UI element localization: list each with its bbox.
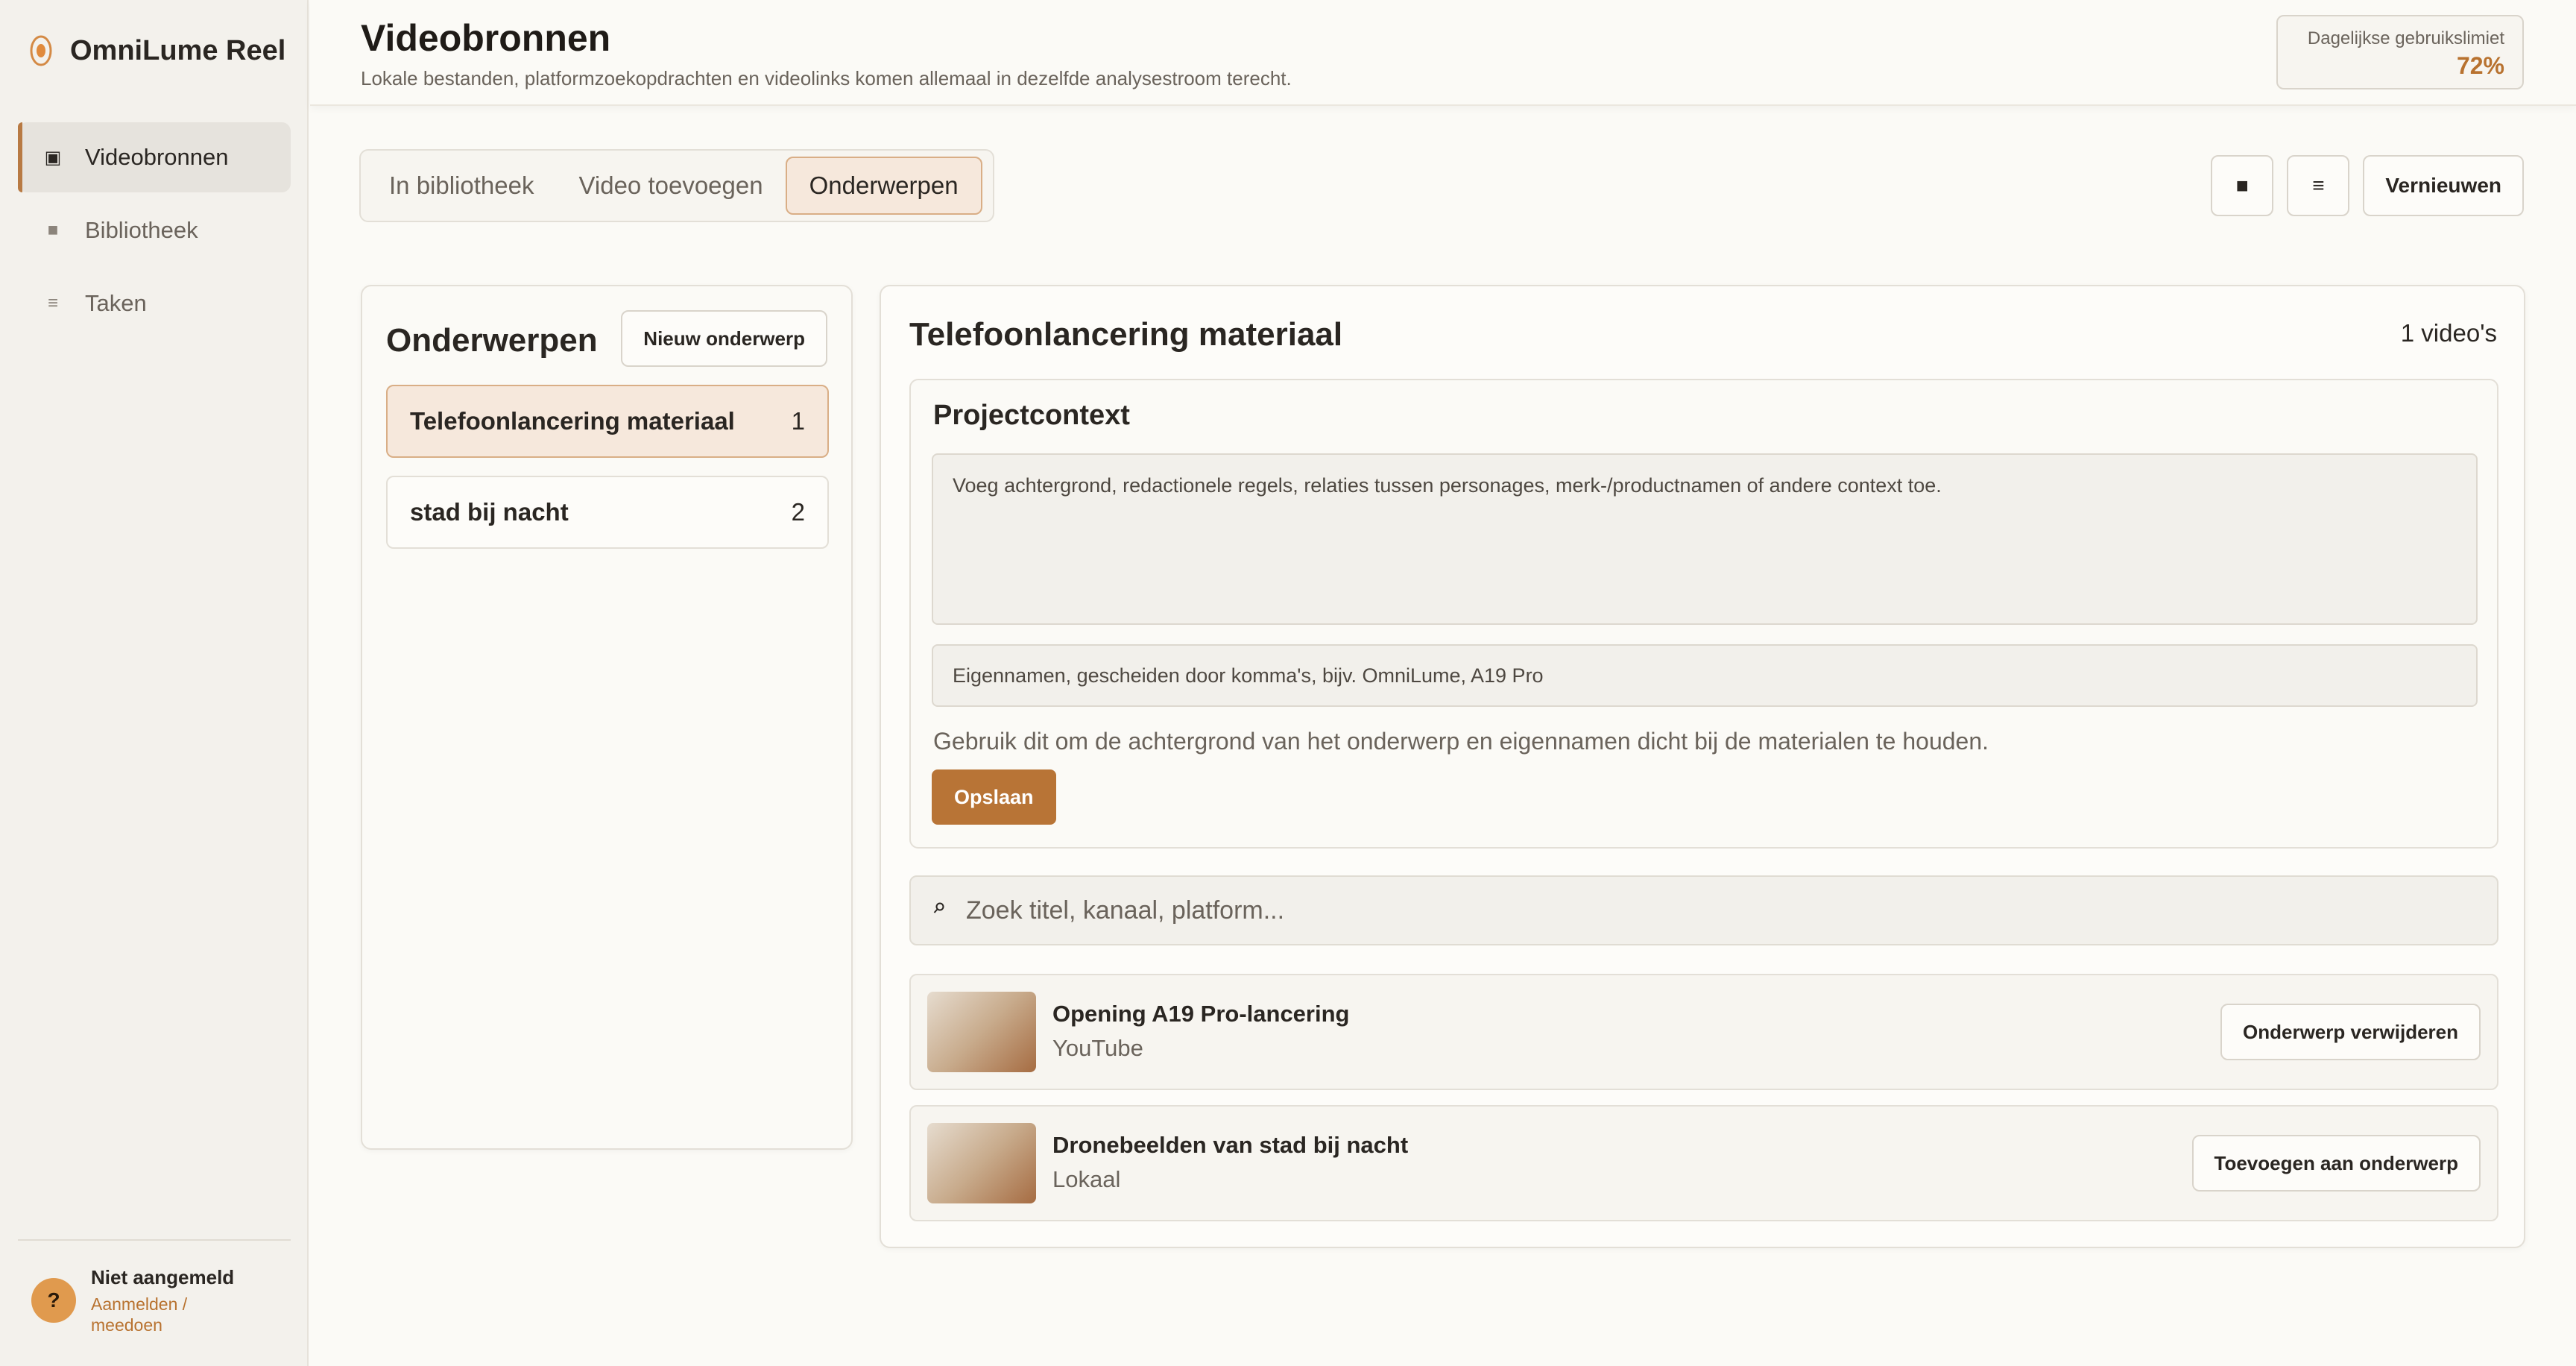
page-title: Videobronnen xyxy=(361,17,611,59)
page-subtitle: Lokale bestanden, platformzoekopdrachten… xyxy=(361,67,1292,89)
video-count: 1 video's xyxy=(2400,319,2497,347)
topic-name: stad bij nacht xyxy=(410,498,569,526)
video-thumbnail[interactable] xyxy=(927,992,1036,1072)
toolbar: ■ ≡ Vernieuwen xyxy=(2211,155,2524,216)
user-panel: ? Niet aangemeld Aanmelden / meedoen xyxy=(31,1266,234,1335)
context-textarea[interactable]: Voeg achtergrond, redactionele regels, r… xyxy=(932,453,2478,625)
list-view-button[interactable]: ≡ xyxy=(2287,155,2350,216)
menu-icon: ≡ xyxy=(47,293,58,313)
new-topic-button[interactable]: Nieuw onderwerp xyxy=(621,310,827,367)
video-row: Dronebeelden van stad bij nacht Lokaal T… xyxy=(909,1105,2498,1221)
source-tabs: In bibliotheek Video toevoegen Onderwerp… xyxy=(359,149,994,222)
project-context-title: Projectcontext xyxy=(933,400,1130,431)
refresh-button[interactable]: Vernieuwen xyxy=(2363,155,2524,216)
topic-detail-title: Telefoonlancering materiaal xyxy=(909,316,1343,353)
brand[interactable]: OmniLume Reel xyxy=(28,30,285,72)
screen-icon: ▣ xyxy=(44,147,62,168)
usage-limit-badge: Dagelijkse gebruikslimiet 72% xyxy=(2276,15,2524,89)
topics-title: Onderwerpen xyxy=(386,322,598,359)
proper-names-input[interactable]: Eigennamen, gescheiden door komma's, bij… xyxy=(932,644,2478,707)
sidebar-nav: ▣ Videobronnen ■ Bibliotheek ≡ Taken xyxy=(18,122,291,342)
topic-item[interactable]: stad bij nacht 2 xyxy=(386,476,829,549)
sidebar-item-taken[interactable]: ≡ Taken xyxy=(18,268,291,339)
save-button[interactable]: Opslaan xyxy=(932,769,1056,825)
topic-count: 2 xyxy=(791,498,805,526)
sidebar-divider xyxy=(18,1239,291,1241)
grid-icon: ■ xyxy=(2235,174,2249,197)
grid-view-button[interactable]: ■ xyxy=(2211,155,2274,216)
video-thumbnail[interactable] xyxy=(927,1123,1036,1203)
login-link[interactable]: Aanmelden / meedoen xyxy=(91,1294,210,1335)
video-title: Dronebeelden van stad bij nacht xyxy=(1052,1132,1409,1158)
sidebar-item-bibliotheek[interactable]: ■ Bibliotheek xyxy=(18,195,291,265)
usage-label: Dagelijkse gebruikslimiet xyxy=(2307,28,2504,48)
search-placeholder: Zoek titel, kanaal, platform... xyxy=(966,896,1285,925)
app-name: OmniLume Reel xyxy=(70,34,286,66)
topic-list: Telefoonlancering materiaal 1 stad bij n… xyxy=(386,385,829,567)
sidebar-item-videobronnen[interactable]: ▣ Videobronnen xyxy=(18,122,291,192)
omnilume-logo-icon xyxy=(28,30,54,72)
tab-in-bibliotheek[interactable]: In bibliotheek xyxy=(367,157,556,215)
usage-value: 72% xyxy=(2456,52,2504,79)
topic-name: Telefoonlancering materiaal xyxy=(410,407,735,435)
video-row: Opening A19 Pro-lancering YouTube Onderw… xyxy=(909,974,2498,1090)
tab-onderwerpen[interactable]: Onderwerpen xyxy=(785,157,982,215)
sidebar: OmniLume Reel ▣ Videobronnen ■ Bibliothe… xyxy=(0,0,309,1366)
user-status: Niet aangemeld xyxy=(91,1266,235,1288)
square-icon: ■ xyxy=(47,220,59,240)
topics-panel: Onderwerpen Nieuw onderwerp Telefoonlanc… xyxy=(361,285,853,1150)
add-to-topic-button[interactable]: Toevoegen aan onderwerp xyxy=(2191,1135,2481,1192)
video-search-input[interactable]: Zoek titel, kanaal, platform... xyxy=(909,875,2498,945)
search-icon xyxy=(933,900,948,921)
sidebar-item-label: Bibliotheek xyxy=(85,217,198,243)
context-hint: Gebruik dit om de achtergrond van het on… xyxy=(933,728,1989,755)
topic-detail-panel: Telefoonlancering materiaal 1 video's Pr… xyxy=(880,285,2525,1248)
project-context-card: Projectcontext Voeg achtergrond, redacti… xyxy=(909,379,2498,849)
page-header: Videobronnen Lokale bestanden, platformz… xyxy=(310,0,2576,106)
video-source: YouTube xyxy=(1052,1035,1143,1061)
remove-from-topic-button[interactable]: Onderwerp verwijderen xyxy=(2220,1004,2481,1060)
tab-video-toevoegen[interactable]: Video toevoegen xyxy=(556,157,785,215)
sidebar-item-label: Videobronnen xyxy=(85,144,229,170)
video-title: Opening A19 Pro-lancering xyxy=(1052,1001,1350,1027)
video-source: Lokaal xyxy=(1052,1166,1121,1192)
avatar[interactable]: ? xyxy=(31,1278,76,1323)
sidebar-item-label: Taken xyxy=(85,290,147,316)
topic-item[interactable]: Telefoonlancering materiaal 1 xyxy=(386,385,829,458)
topic-count: 1 xyxy=(791,407,805,435)
list-icon: ≡ xyxy=(2312,174,2325,197)
